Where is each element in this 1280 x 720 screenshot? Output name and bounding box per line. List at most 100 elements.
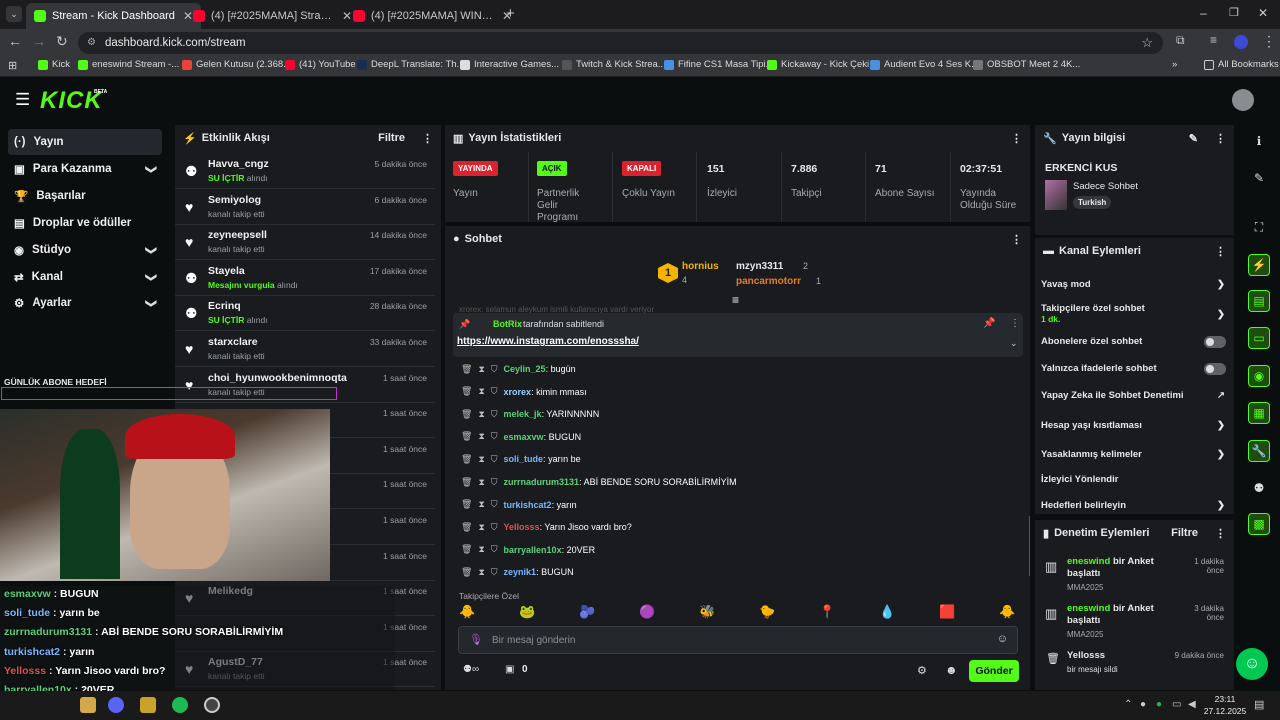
bookmark-item[interactable]: Audient Evo 4 Ses K... — [870, 59, 979, 70]
film-icon[interactable]: ▩ — [1248, 513, 1270, 535]
network-icon[interactable]: ▭ — [1172, 699, 1181, 710]
more-icon[interactable]: ⋮ — [1010, 318, 1020, 329]
emote-icon[interactable]: 🐥 — [459, 604, 475, 620]
emote-icon[interactable]: 📍 — [819, 604, 835, 620]
emote-icon[interactable]: 💧 — [879, 604, 895, 620]
bookmark-star-icon[interactable]: ☆ — [1141, 32, 1153, 54]
tab-youtube-1[interactable]: (4) [#2025MAMA] Stray Kids - C ✕ — [185, 3, 360, 29]
ai-moderation-row[interactable]: Yapay Zeka ile Sohbet Denetimi ↗ — [1041, 390, 1225, 401]
delete-message-icon[interactable]: 🗑 — [461, 567, 472, 578]
chat-username[interactable]: turkishcat2 — [504, 500, 552, 510]
banned-words-row[interactable]: Yasaklanmış kelimeler ❯ — [1041, 449, 1225, 460]
chat-username[interactable]: Ceylin_25 — [504, 364, 546, 374]
chat-username[interactable]: xrorex — [504, 387, 532, 397]
broadcast-icon[interactable]: ◉ — [1248, 365, 1270, 387]
chat-username[interactable]: zurrnadurum3131 — [504, 477, 580, 487]
chat-username[interactable]: soli_tude — [504, 454, 544, 464]
emoji-picker-icon[interactable]: ☺ — [997, 633, 1008, 645]
tray-overflow-icon[interactable]: ⌃ — [1124, 699, 1132, 710]
channel-points-icon[interactable]: ⚉∞ — [463, 664, 479, 675]
delete-message-icon[interactable]: 🗑 — [461, 499, 472, 510]
language-tag[interactable]: Turkish — [1073, 196, 1112, 209]
edit-icon[interactable]: ✎ — [1189, 132, 1198, 145]
pinned-link[interactable]: https://www.instagram.com/enosssha/ — [457, 336, 639, 347]
back-icon[interactable]: ← — [8, 33, 22, 49]
set-goals-row[interactable]: Hedefleri belirleyin ❯ — [1041, 500, 1225, 511]
viewer-redirect-row[interactable]: İzleyici Yönlendir — [1041, 474, 1225, 485]
timeout-icon[interactable]: ⧗ — [478, 454, 484, 465]
extensions-icon[interactable]: ⧉ — [1176, 33, 1185, 48]
top-gifter-name[interactable]: pancarmotorr — [736, 276, 801, 287]
tab-youtube-2[interactable]: (4) [#2025MAMA] WINNERS' A ✕ — [345, 3, 520, 29]
chevron-down-icon[interactable]: ⌄ — [1010, 338, 1018, 349]
timeout-icon[interactable]: ⧗ — [478, 477, 484, 488]
file-explorer-icon[interactable] — [80, 697, 96, 713]
nav-para-kazanma[interactable]: ▣ Para Kazanma ❯ — [8, 156, 162, 182]
bookmark-item[interactable]: Kick — [38, 59, 70, 70]
store-icon[interactable]: ▦ — [1248, 402, 1270, 424]
nav-kanal[interactable]: ⇄ Kanal ❯ — [8, 264, 162, 290]
subs-only-toggle[interactable] — [1204, 336, 1226, 348]
more-icon[interactable]: ⋮ — [422, 132, 433, 145]
spotify-icon[interactable] — [172, 697, 188, 713]
followers-only-row[interactable]: Takipçilere özel sohbet 1 dk. ❯ — [1041, 303, 1225, 324]
bookmark-item[interactable]: Kickaway - Kick Çeki... — [767, 59, 877, 70]
emote-icon[interactable]: 🐸 — [519, 604, 535, 620]
tab-kick-dashboard[interactable]: Stream - Kick Dashboard ✕ — [26, 3, 201, 29]
close-window-icon[interactable]: ✕ — [1258, 6, 1268, 20]
unpin-icon[interactable]: 📌 — [983, 318, 995, 329]
ban-icon[interactable]: ⛉ — [491, 454, 498, 465]
ban-icon[interactable]: ⛉ — [491, 499, 498, 510]
mod-filter-button[interactable]: Filtre — [1171, 527, 1198, 539]
new-tab-button[interactable]: + — [506, 5, 515, 22]
account-age-row[interactable]: Hesap yaşı kısıtlaması ❯ — [1041, 420, 1225, 431]
delete-message-icon[interactable]: 🗑 — [461, 454, 472, 465]
ban-icon[interactable]: ⛉ — [491, 409, 498, 420]
bookmark-item[interactable]: Twitch & Kick Strea... — [562, 59, 666, 70]
emote-icon[interactable]: 🟣 — [639, 604, 655, 620]
bookmarks-overflow-icon[interactable]: » — [1172, 59, 1177, 70]
activity-username[interactable]: Ecrinq — [208, 300, 241, 312]
activity-username[interactable]: zeyneepsell — [208, 229, 267, 241]
delete-message-icon[interactable]: 🗑 — [461, 431, 472, 442]
more-icon[interactable]: ⋮ — [1011, 132, 1022, 145]
apps-grid-icon[interactable]: ⊞ — [8, 59, 17, 72]
timeout-icon[interactable]: ⧗ — [478, 499, 484, 510]
chat-scrollbar[interactable] — [1029, 516, 1030, 576]
chat-username[interactable]: barryallen10x — [504, 545, 562, 555]
more-icon[interactable]: ⋮ — [1215, 245, 1226, 258]
more-icon[interactable]: ⋮ — [1215, 132, 1226, 145]
nav-studyo[interactable]: ◉ Stüdyo ❯ — [8, 237, 162, 263]
restore-icon[interactable]: ❐ — [1229, 6, 1239, 19]
fullscreen-icon[interactable]: ⛶ — [1248, 216, 1270, 238]
ban-icon[interactable]: ⛉ — [491, 567, 498, 578]
delete-message-icon[interactable]: 🗑 — [461, 522, 472, 533]
clock-time[interactable]: 23:11 — [1205, 694, 1245, 704]
document-icon[interactable]: ▤ — [1248, 290, 1270, 312]
volume-icon[interactable]: ◀ — [1188, 699, 1196, 710]
ban-icon[interactable]: ⛉ — [491, 544, 498, 555]
discord-icon[interactable] — [108, 697, 124, 713]
microphone-icon[interactable]: 🎙 — [469, 633, 483, 646]
info-icon[interactable]: ℹ — [1248, 130, 1270, 152]
timeout-icon[interactable]: ⧗ — [478, 364, 484, 375]
activity-username[interactable]: choi_hyunwookbenimnoqta — [208, 372, 347, 384]
nav-yayin[interactable]: (·) Yayın — [8, 129, 162, 155]
timeout-icon[interactable]: ⧗ — [478, 544, 484, 555]
ban-icon[interactable]: ⛉ — [491, 431, 498, 442]
chat-username[interactable]: zeynik1 — [504, 567, 537, 577]
timeout-icon[interactable]: ⧗ — [478, 386, 484, 397]
tab-search-icon[interactable]: ⌄ — [6, 6, 22, 22]
clock-date[interactable]: 27.12.2025 — [1200, 706, 1250, 716]
chat-username[interactable]: Yellosss — [504, 522, 540, 532]
slow-mode-row[interactable]: Yavaş mod ❯ — [1041, 279, 1225, 290]
all-bookmarks[interactable]: All Bookmarks — [1204, 59, 1279, 70]
category-name[interactable]: Sadece Sohbet — [1073, 181, 1138, 192]
menu-dots-icon[interactable]: ⋮ — [1262, 33, 1276, 50]
emote-icon[interactable]: 🫐 — [579, 604, 595, 620]
bookmark-item[interactable]: Gelen Kutusu (2.368... — [182, 59, 291, 70]
nav-droplar[interactable]: ▤ Droplar ve ödüller — [8, 210, 162, 236]
chat-input[interactable]: 🎙 Bir mesaj gönderin ☺ — [458, 626, 1018, 654]
nav-ayarlar[interactable]: ⚙ Ayarlar ❯ — [8, 290, 162, 316]
delete-message-icon[interactable]: 🗑 — [461, 477, 472, 488]
